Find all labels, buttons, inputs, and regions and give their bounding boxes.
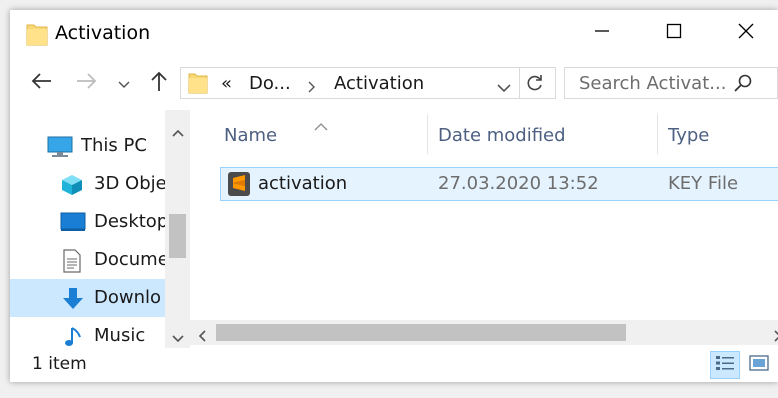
recent-locations-button[interactable] (112, 65, 136, 101)
column-header-name[interactable]: Name (224, 125, 277, 171)
column-divider[interactable] (427, 114, 428, 154)
title-bar[interactable]: Activation (10, 10, 778, 56)
sidebar-item-label: Docume (94, 249, 165, 270)
file-date-modified: 27.03.2020 13:52 (438, 173, 599, 194)
navigation-pane: This PC 3D Obje Desktop Docume Downlo Mu… (10, 110, 190, 348)
forward-arrow-icon (76, 72, 98, 94)
document-icon (62, 249, 82, 277)
sidebar-item-this-pc[interactable]: This PC (10, 127, 165, 165)
chevron-down-icon[interactable] (172, 328, 184, 347)
minimize-icon (594, 23, 610, 43)
chevron-right-icon[interactable] (774, 327, 778, 346)
sidebar-item-label: 3D Obje (94, 173, 165, 194)
breadcrumb-activation[interactable]: Activation (334, 73, 424, 94)
column-divider[interactable] (657, 114, 658, 154)
details-view-icon (715, 354, 735, 376)
search-box[interactable]: Search Activat... (564, 67, 778, 99)
explorer-window: Activation « Do... Activation Search Act… (10, 10, 778, 382)
chevron-right-icon[interactable] (308, 78, 316, 97)
forward-button[interactable] (70, 65, 104, 101)
status-bar: 1 item (10, 348, 778, 382)
sidebar-item-label: Downlo (94, 287, 162, 308)
sidebar-item-documents[interactable]: Docume (10, 241, 165, 279)
folder-icon (188, 72, 208, 98)
file-type: KEY File (668, 173, 739, 194)
download-arrow-icon (62, 287, 84, 315)
file-name[interactable]: activation (258, 173, 347, 194)
maximize-button[interactable] (642, 10, 706, 56)
close-button[interactable] (714, 10, 778, 56)
chevron-down-icon[interactable] (497, 78, 511, 97)
item-count: 1 item (32, 354, 87, 374)
file-list-scrollbar[interactable] (190, 320, 778, 345)
back-arrow-icon (30, 72, 52, 94)
computer-icon (46, 135, 74, 163)
up-button[interactable] (144, 65, 174, 101)
scrollbar-thumb[interactable] (216, 324, 626, 341)
address-overflow-marker[interactable]: « (221, 73, 232, 94)
details-view-button[interactable] (710, 351, 740, 379)
folder-icon (26, 22, 48, 50)
breadcrumb-documents[interactable]: Do... (249, 73, 291, 94)
desktop-icon (60, 211, 86, 237)
search-placeholder: Search Activat... (579, 73, 727, 94)
sidebar-item-downloads[interactable]: Downlo (10, 279, 165, 317)
back-button[interactable] (24, 65, 58, 101)
maximize-icon (666, 23, 682, 43)
table-row[interactable]: activation 27.03.2020 13:52 KEY File (220, 167, 778, 201)
chevron-left-icon[interactable] (198, 327, 206, 346)
up-arrow-icon (150, 70, 168, 96)
sidebar-item-label: Music (94, 325, 146, 346)
address-bar[interactable]: « Do... Activation (180, 67, 556, 99)
sidebar-item-3d-objects[interactable]: 3D Obje (10, 165, 165, 203)
address-divider (519, 68, 520, 98)
column-header-date-modified[interactable]: Date modified (438, 125, 566, 171)
cube-icon (60, 173, 84, 201)
sidebar-item-label: Desktop (94, 211, 165, 232)
sort-ascending-icon (314, 116, 328, 135)
navigation-bar: « Do... Activation Search Activat... (10, 65, 778, 101)
large-icons-view-icon (749, 354, 769, 376)
scrollbar-thumb[interactable] (169, 214, 186, 258)
navigation-pane-scrollbar[interactable] (165, 110, 190, 348)
close-icon (738, 23, 754, 43)
minimize-button[interactable] (570, 10, 634, 56)
sublime-text-icon (227, 171, 251, 201)
search-icon[interactable] (733, 73, 753, 97)
window-title: Activation (55, 22, 151, 44)
chevron-down-icon (118, 74, 130, 93)
chevron-up-icon[interactable] (172, 122, 184, 141)
sidebar-item-desktop[interactable]: Desktop (10, 203, 165, 241)
refresh-icon[interactable] (525, 73, 545, 97)
column-header-type[interactable]: Type (668, 125, 709, 171)
sidebar-item-label: This PC (81, 135, 147, 156)
file-list: Name Date modified Type activation 27.03… (190, 110, 778, 348)
large-icons-view-button[interactable] (744, 351, 774, 379)
